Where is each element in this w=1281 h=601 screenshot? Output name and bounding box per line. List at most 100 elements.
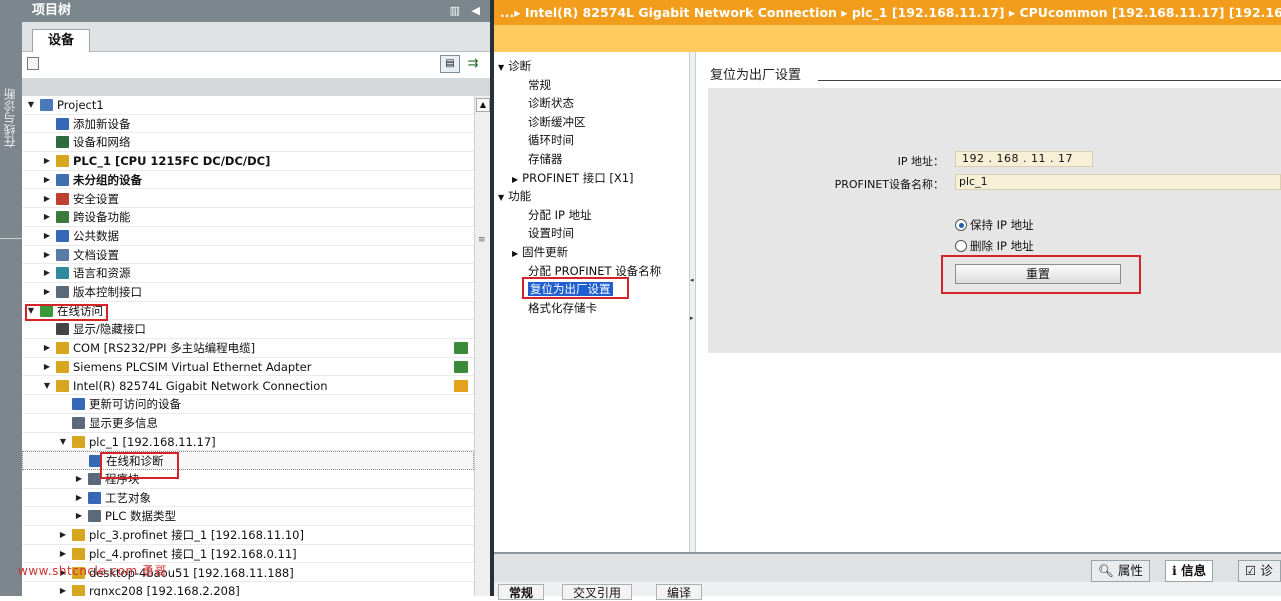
- collapsed-arrow-icon[interactable]: ▶: [74, 470, 84, 488]
- tree-row[interactable]: ▶ 程序块: [22, 470, 474, 489]
- collapsed-arrow-icon[interactable]: ▶: [74, 489, 84, 507]
- section-title: 复位为出厂设置: [710, 68, 802, 83]
- nav-item-label: 常规: [528, 77, 551, 92]
- collapsed-arrow-icon[interactable]: ▶: [74, 507, 84, 525]
- nav-item-label: 分配 IP 地址: [528, 207, 592, 222]
- highlight-box-online-diagnostics: [100, 452, 179, 479]
- tree-row[interactable]: ▶ 语言和资源: [22, 264, 474, 283]
- tree-row[interactable]: 显示/隐藏接口: [22, 320, 474, 340]
- tree-row[interactable]: ▶ rgnxc208 [192.168.2.208]: [22, 582, 474, 596]
- expand-right-icon[interactable]: ▸: [690, 314, 694, 322]
- tree-row[interactable]: ▶ PLC 数据类型: [22, 507, 474, 527]
- collapsed-arrow-icon[interactable]: ▶: [42, 208, 52, 226]
- tree-row[interactable]: 显示更多信息: [22, 414, 474, 433]
- tree-row[interactable]: 在线和诊断: [22, 451, 474, 470]
- tree-row-label: PLC_1 [CPU 1215FC DC/DC/DC]: [73, 154, 271, 169]
- tree-row[interactable]: ▶ 版本控制接口: [22, 283, 474, 302]
- scroll-grip-icon[interactable]: ≡: [478, 235, 486, 245]
- collapsed-arrow-icon[interactable]: ▶: [42, 171, 52, 189]
- tree-row[interactable]: ▼ Project1: [22, 96, 474, 115]
- tree-row[interactable]: ▶ 安全设置: [22, 190, 474, 209]
- expanded-arrow-icon[interactable]: ▼: [58, 433, 68, 451]
- nav-item-label: 诊断: [508, 59, 532, 73]
- tab-info[interactable]: ℹ 信息: [1165, 560, 1214, 582]
- collapsed-arrow-icon[interactable]: ▶: [58, 545, 68, 563]
- collapsed-arrow-icon[interactable]: ▶: [42, 358, 52, 376]
- expanded-arrow-icon[interactable]: ▼: [42, 377, 52, 395]
- tree-row[interactable]: 更新可访问的设备: [22, 395, 474, 414]
- nav-item[interactable]: 设置时间: [528, 224, 574, 242]
- cross-device-icon: [56, 211, 69, 224]
- collapsed-arrow-icon[interactable]: ▶: [42, 264, 52, 282]
- expanded-arrow-icon[interactable]: ▼: [26, 96, 36, 114]
- tree-row[interactable]: 添加新设备: [22, 115, 474, 134]
- collapsed-arrow-icon[interactable]: ▶: [42, 152, 52, 170]
- collapse-panel-icon[interactable]: ▥ ◀: [450, 0, 484, 22]
- nav-item[interactable]: ▶ PROFINET 接口 [X1]: [512, 169, 634, 187]
- collapsed-arrow-icon[interactable]: ▶: [512, 249, 518, 258]
- tab-compile[interactable]: 编译: [656, 584, 703, 600]
- nav-item[interactable]: 循环时间: [528, 131, 574, 149]
- tree-row-label: 安全设置: [73, 191, 119, 206]
- tree-row-label: plc_4.profinet 接口_1 [192.168.0.11]: [89, 546, 297, 561]
- tree-scrollbar[interactable]: ▲ ≡: [474, 96, 490, 596]
- tree-row[interactable]: ▶ COM [RS232/PPI 多主站编程电缆]: [22, 339, 474, 358]
- nav-item-label: 功能: [508, 189, 532, 204]
- tree-row[interactable]: ▶ 工艺对象: [22, 489, 474, 508]
- expanded-arrow-icon[interactable]: ▼: [498, 193, 504, 202]
- split-view-icon[interactable]: ⇉: [464, 55, 482, 73]
- tree-row[interactable]: ▶ PLC_1 [CPU 1215FC DC/DC/DC]: [22, 152, 474, 171]
- tab-general[interactable]: 常规: [498, 584, 545, 600]
- collapsed-arrow-icon[interactable]: ▶: [42, 246, 52, 264]
- tree-row[interactable]: ▼ Intel(R) 82574L Gigabit Network Connect…: [22, 377, 474, 396]
- online-diagnostics-side-strip[interactable]: 在线与诊断: [0, 0, 22, 596]
- tree-row[interactable]: ▶ 未分组的设备: [22, 171, 474, 190]
- navigation-resize-handle[interactable]: ◂ ▸: [689, 52, 696, 552]
- nav-item[interactable]: 格式化存储卡: [528, 299, 597, 317]
- tab-cross-reference[interactable]: 交叉引用: [562, 584, 633, 600]
- nav-item[interactable]: ▶ 固件更新: [512, 243, 568, 261]
- tree-row[interactable]: ▶ plc_4.profinet 接口_1 [192.168.0.11]: [22, 545, 474, 564]
- collapsed-arrow-icon[interactable]: ▶: [58, 526, 68, 544]
- profinet-name-field: plc_1: [955, 174, 1281, 190]
- collapsed-arrow-icon[interactable]: ▶: [42, 339, 52, 357]
- radio-unselected-icon[interactable]: [955, 240, 967, 252]
- nav-item[interactable]: 存储器: [528, 150, 563, 168]
- collapsed-arrow-icon[interactable]: ▶: [42, 227, 52, 245]
- tree-row[interactable]: ▶ Siemens PLCSIM Virtual Ethernet Adapter: [22, 358, 474, 377]
- nav-item[interactable]: 分配 IP 地址: [528, 206, 592, 224]
- tree-row[interactable]: ▶ 文档设置: [22, 246, 474, 265]
- side-strip-divider: [0, 238, 22, 239]
- tree-row[interactable]: ▶ 跨设备功能: [22, 208, 474, 227]
- tree-row[interactable]: ▼ plc_1 [192.168.11.17]: [22, 433, 474, 452]
- expanded-arrow-icon[interactable]: ▼: [498, 63, 504, 72]
- tree-row-label: 版本控制接口: [73, 285, 142, 299]
- collapsed-arrow-icon[interactable]: ▶: [512, 175, 518, 184]
- keep-ip-radio[interactable]: 保持 IP 地址: [955, 218, 1034, 232]
- nav-item[interactable]: ▼ 功能: [498, 187, 531, 205]
- tree-row-label: 显示/隐藏接口: [73, 322, 146, 337]
- tree-row-label: 跨设备功能: [73, 210, 131, 225]
- tree-row[interactable]: ▶ 公共数据: [22, 227, 474, 246]
- tree-row[interactable]: 设备和网络: [22, 133, 474, 153]
- tree-view-icon[interactable]: [27, 57, 39, 70]
- diagnostics-icon: ☑: [1245, 563, 1257, 578]
- collapsed-arrow-icon[interactable]: ▶: [58, 582, 68, 596]
- radio-selected-icon[interactable]: [955, 219, 967, 231]
- nav-item[interactable]: 诊断缓冲区: [528, 113, 586, 131]
- tab-devices[interactable]: 设备: [32, 29, 90, 53]
- scroll-up-icon[interactable]: ▲: [476, 98, 490, 112]
- collapsed-arrow-icon[interactable]: ▶: [42, 283, 52, 301]
- overview-toggle-button[interactable]: ▤: [440, 55, 460, 73]
- nav-item[interactable]: 诊断状态: [528, 94, 574, 112]
- collapsed-arrow-icon[interactable]: ▶: [42, 190, 52, 208]
- project-tree-title: 项目树: [32, 3, 72, 18]
- tab-diagnostics[interactable]: ☑ 诊: [1238, 560, 1281, 582]
- delete-ip-radio[interactable]: 删除 IP 地址: [955, 239, 1034, 253]
- tab-properties[interactable]: 🔍︎ 属性: [1091, 560, 1150, 582]
- tree-row[interactable]: ▶ plc_3.profinet 接口_1 [192.168.11.10]: [22, 526, 474, 545]
- nav-item[interactable]: ▼ 诊断: [498, 57, 531, 75]
- nav-item[interactable]: 常规: [528, 76, 551, 94]
- collapse-left-icon[interactable]: ◂: [690, 276, 694, 284]
- add-device-icon: [56, 117, 69, 130]
